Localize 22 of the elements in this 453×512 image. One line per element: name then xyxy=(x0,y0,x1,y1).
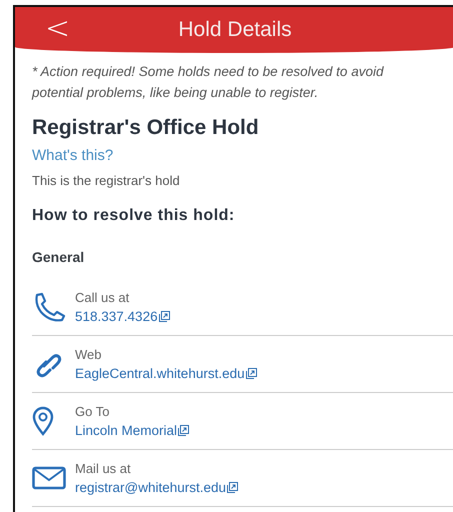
external-link-icon xyxy=(227,482,238,493)
action-notice: * Action required! Some holds need to be resolved to avoid potential problems, like being unable to register. xyxy=(32,63,385,102)
location-pin-icon xyxy=(32,406,54,436)
contact-link[interactable]: Lincoln Memorial xyxy=(75,423,190,438)
contact-link[interactable]: EagleCentral.whitehurst.edu xyxy=(75,366,257,381)
screen-title: Hold Details xyxy=(178,18,292,42)
contact-link[interactable]: registrar@whitehurst.edu xyxy=(75,480,238,495)
back-button[interactable]: < xyxy=(39,11,76,47)
external-link-icon xyxy=(246,368,257,379)
hold-title: Registrar's Office Hold xyxy=(32,116,260,140)
envelope-icon xyxy=(32,466,66,490)
help-link[interactable]: What's this? xyxy=(32,147,114,164)
section-heading: General xyxy=(32,249,86,265)
contact-label: Call us at xyxy=(75,290,130,305)
hold-description: This is the registrar's hold xyxy=(32,173,181,188)
contact-label: Web xyxy=(75,347,102,362)
resolve-heading: How to resolve this hold: xyxy=(32,207,236,225)
external-link-icon xyxy=(158,311,170,322)
contact-link[interactable]: 518.337.4326 xyxy=(75,309,170,324)
external-link-icon xyxy=(178,425,190,436)
contact-label: Mail us at xyxy=(75,461,132,476)
contact-label: Go To xyxy=(75,404,110,419)
